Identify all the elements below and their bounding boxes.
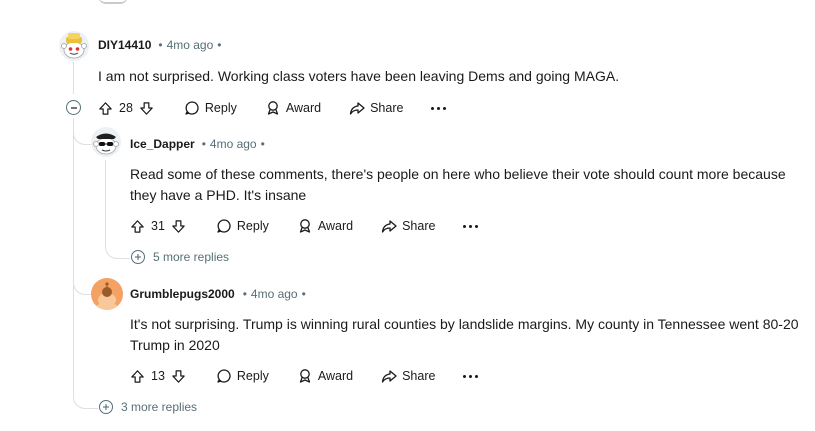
separator: • [260,137,265,151]
separator: • [158,38,163,52]
comment-body-line: they have a PHD. It's insane [130,187,307,203]
previous-content-edge [98,0,128,4]
vote-score: 31 [151,219,165,233]
more-replies-label: 5 more replies [153,250,230,264]
share-button[interactable]: Share [381,368,435,384]
upvote-icon[interactable] [130,219,145,234]
comment-actions: 28 Reply Award Share [98,96,447,120]
separator: • [217,38,222,52]
award-button[interactable]: Award [265,100,321,116]
comment-actions: 31 Reply Award Share [130,214,479,238]
award-label: Award [285,101,322,115]
comment-body: It's not surprising. Trump is winning ru… [130,314,810,356]
comment-author[interactable]: Grumblepugs2000 [130,287,235,301]
collapse-button[interactable] [66,100,81,115]
comment-body-line: Trump in 2020 [130,337,220,353]
avatar[interactable] [91,127,121,157]
share-icon [381,370,397,383]
separator: • [301,287,306,301]
thread-connector-more-1 [105,240,130,259]
reply-button[interactable]: Reply [216,368,269,384]
comment-meta: Ice_Dapper • 4mo ago • [130,137,269,151]
reply-label: Reply [236,369,269,383]
separator: • [242,287,247,301]
comment-body-line: Read some of these comments, there's peo… [130,166,786,182]
downvote-icon[interactable] [139,101,154,116]
comment-meta: Grumblepugs2000 • 4mo ago • [130,287,310,301]
comment-author[interactable]: Ice_Dapper [130,137,195,151]
vote-controls: 31 [130,219,186,234]
avatar[interactable] [91,278,123,310]
expand-icon [131,250,145,264]
award-icon [267,101,279,115]
avatar[interactable] [59,31,89,61]
thread-connector-more [73,388,98,409]
downvote-icon[interactable] [171,369,186,384]
comment-meta: DIY14410 • 4mo ago • [98,38,225,52]
downvote-icon[interactable] [171,219,186,234]
reply-icon [217,369,231,383]
award-icon [299,219,311,233]
comment-body-line: It's not surprising. Trump is winning ru… [130,316,799,332]
share-label: Share [402,219,436,233]
thread-connector-reply-2 [73,276,92,295]
thread-line-root-lower [73,118,74,390]
share-button[interactable]: Share [381,218,435,234]
more-replies-button[interactable]: 3 more replies [99,400,197,414]
collapse-icon [66,100,81,115]
comment-body: I am not surprised. Working class voters… [98,68,620,84]
share-button[interactable]: Share [349,100,403,116]
share-icon [349,102,365,115]
expand-icon [99,400,113,414]
thread-line-root [73,62,74,94]
share-label: Share [402,369,436,383]
comment-age[interactable]: 4mo ago [251,287,298,301]
award-label: Award [317,369,354,383]
reply-icon [217,219,231,233]
thread-line-reply-1 [105,160,106,242]
upvote-icon[interactable] [98,101,113,116]
comment-body: Read some of these comments, there's peo… [130,164,810,206]
reply-label: Reply [236,219,269,233]
vote-controls: 13 [130,369,186,384]
reply-icon [185,101,199,115]
more-icon[interactable] [431,106,447,110]
award-icon [299,369,311,383]
award-button[interactable]: Award [297,368,353,384]
more-replies-button[interactable]: 5 more replies [131,250,229,264]
share-icon [381,220,397,233]
comment-age[interactable]: 4mo ago [167,38,214,52]
more-icon[interactable] [463,374,479,378]
vote-score: 28 [119,101,133,115]
share-label: Share [370,101,404,115]
award-label: Award [317,219,354,233]
reply-button[interactable]: Reply [184,100,237,116]
separator: • [201,137,206,151]
reply-button[interactable]: Reply [216,218,269,234]
thread-connector-reply-1 [73,125,92,145]
award-button[interactable]: Award [297,218,353,234]
comment-age[interactable]: 4mo ago [210,137,257,151]
more-icon[interactable] [463,224,479,228]
vote-controls: 28 [98,101,154,116]
comment-author[interactable]: DIY14410 [98,38,151,52]
upvote-icon[interactable] [130,369,145,384]
vote-score: 13 [151,369,165,383]
more-replies-label: 3 more replies [121,400,198,414]
comment-actions: 13 Reply Award Share [130,364,479,388]
reply-label: Reply [204,101,237,115]
